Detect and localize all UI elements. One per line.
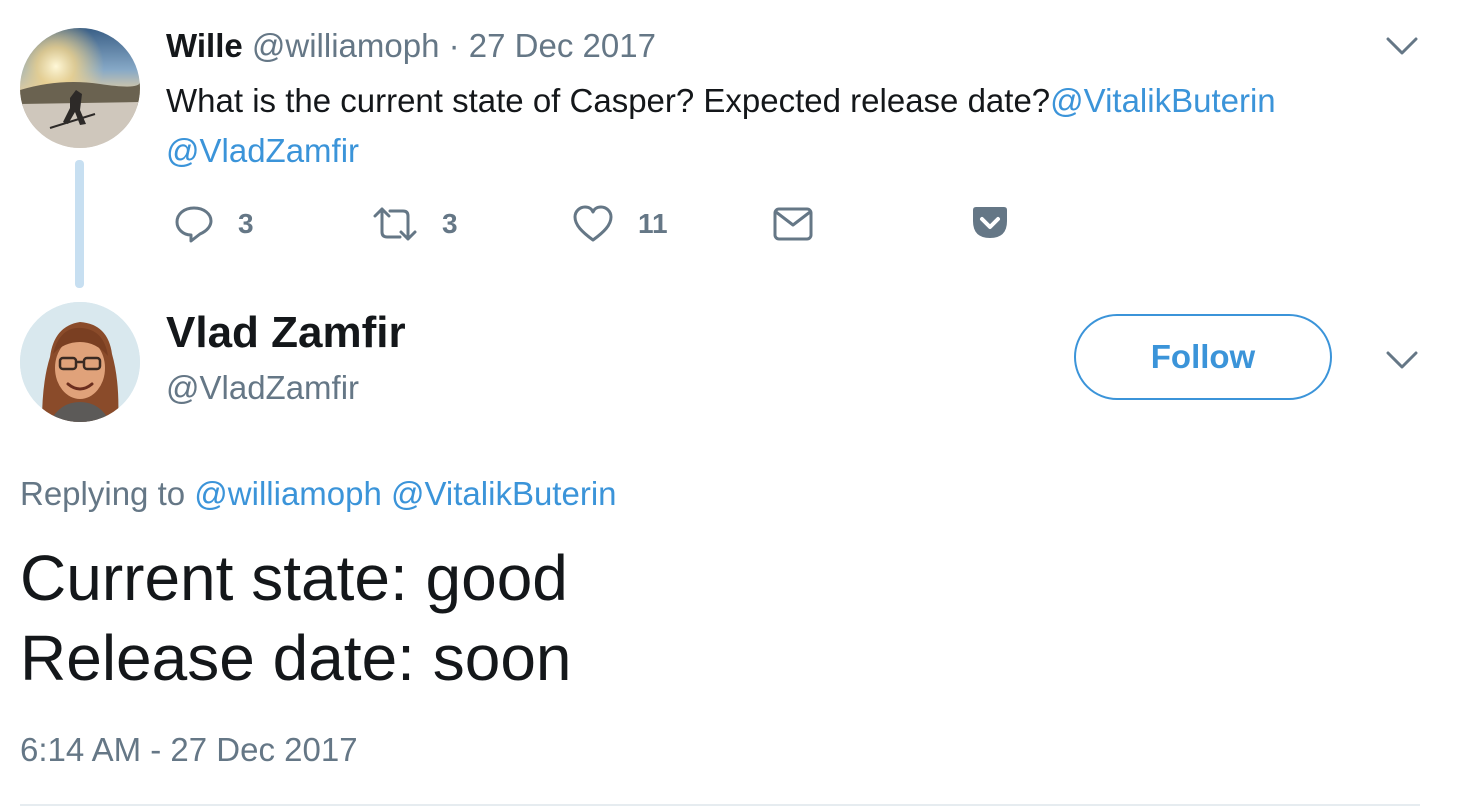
avatar-photo <box>20 302 140 422</box>
direct-message-button[interactable] <box>772 196 814 252</box>
main-tweet-author-handle[interactable]: @VladZamfir <box>166 366 359 410</box>
main-tweet-author-name[interactable]: Vlad Zamfir <box>166 306 406 360</box>
replying-to-mention[interactable]: @VitalikButerin <box>391 475 617 512</box>
chevron-down-icon <box>1386 351 1418 369</box>
message-icon <box>773 207 813 241</box>
header-separator: · <box>448 27 460 64</box>
pocket-button[interactable] <box>970 196 1010 252</box>
retweet-count: 3 <box>442 208 458 239</box>
like-count: 11 <box>638 208 668 239</box>
parent-tweet-actions: 3 3 11 <box>166 196 1046 252</box>
parent-tweet-date[interactable]: 27 Dec 2017 <box>469 27 656 64</box>
retweet-icon <box>373 207 417 241</box>
parent-tweet-author-name[interactable]: Wille <box>166 27 243 64</box>
reply-count: 3 <box>238 208 254 239</box>
parent-tweet-body: What is the current state of Casper? Exp… <box>166 82 1051 119</box>
parent-tweet-text: What is the current state of Casper? Exp… <box>166 76 1386 176</box>
divider <box>20 804 1420 806</box>
avatar-photo <box>20 28 140 148</box>
retweet-button[interactable]: 3 <box>372 196 458 252</box>
replying-to-mention[interactable]: @williamoph <box>194 475 382 512</box>
parent-tweet-avatar[interactable] <box>20 28 140 148</box>
parent-tweet-author-handle[interactable]: @williamoph <box>252 27 440 64</box>
mention-link[interactable]: @VitalikButerin <box>1050 82 1276 119</box>
main-tweet-text: Current state: good Release date: soon <box>20 538 572 698</box>
reply-button[interactable]: 3 <box>174 196 254 252</box>
main-tweet-timestamp[interactable]: 6:14 AM - 27 Dec 2017 <box>20 728 358 772</box>
parent-tweet-menu-button[interactable] <box>1384 34 1420 63</box>
thread-connector-line <box>75 160 84 288</box>
reply-icon <box>175 206 213 243</box>
pocket-icon <box>973 207 1007 238</box>
mention-link[interactable]: @VladZamfir <box>166 132 359 169</box>
chevron-down-icon <box>1386 37 1418 55</box>
follow-button[interactable]: Follow <box>1074 314 1332 400</box>
parent-tweet-header: Wille @williamoph · 27 Dec 2017 <box>166 26 656 66</box>
main-tweet-menu-button[interactable] <box>1384 348 1420 377</box>
like-button[interactable]: 11 <box>572 196 668 252</box>
replying-to-line: Replying to @williamoph @VitalikButerin <box>20 472 617 516</box>
main-tweet-line: Current state: good <box>20 542 568 614</box>
like-icon <box>573 205 613 242</box>
replying-to-label: Replying to <box>20 475 186 512</box>
main-tweet-avatar[interactable] <box>20 302 140 422</box>
main-tweet-line: Release date: soon <box>20 622 572 694</box>
